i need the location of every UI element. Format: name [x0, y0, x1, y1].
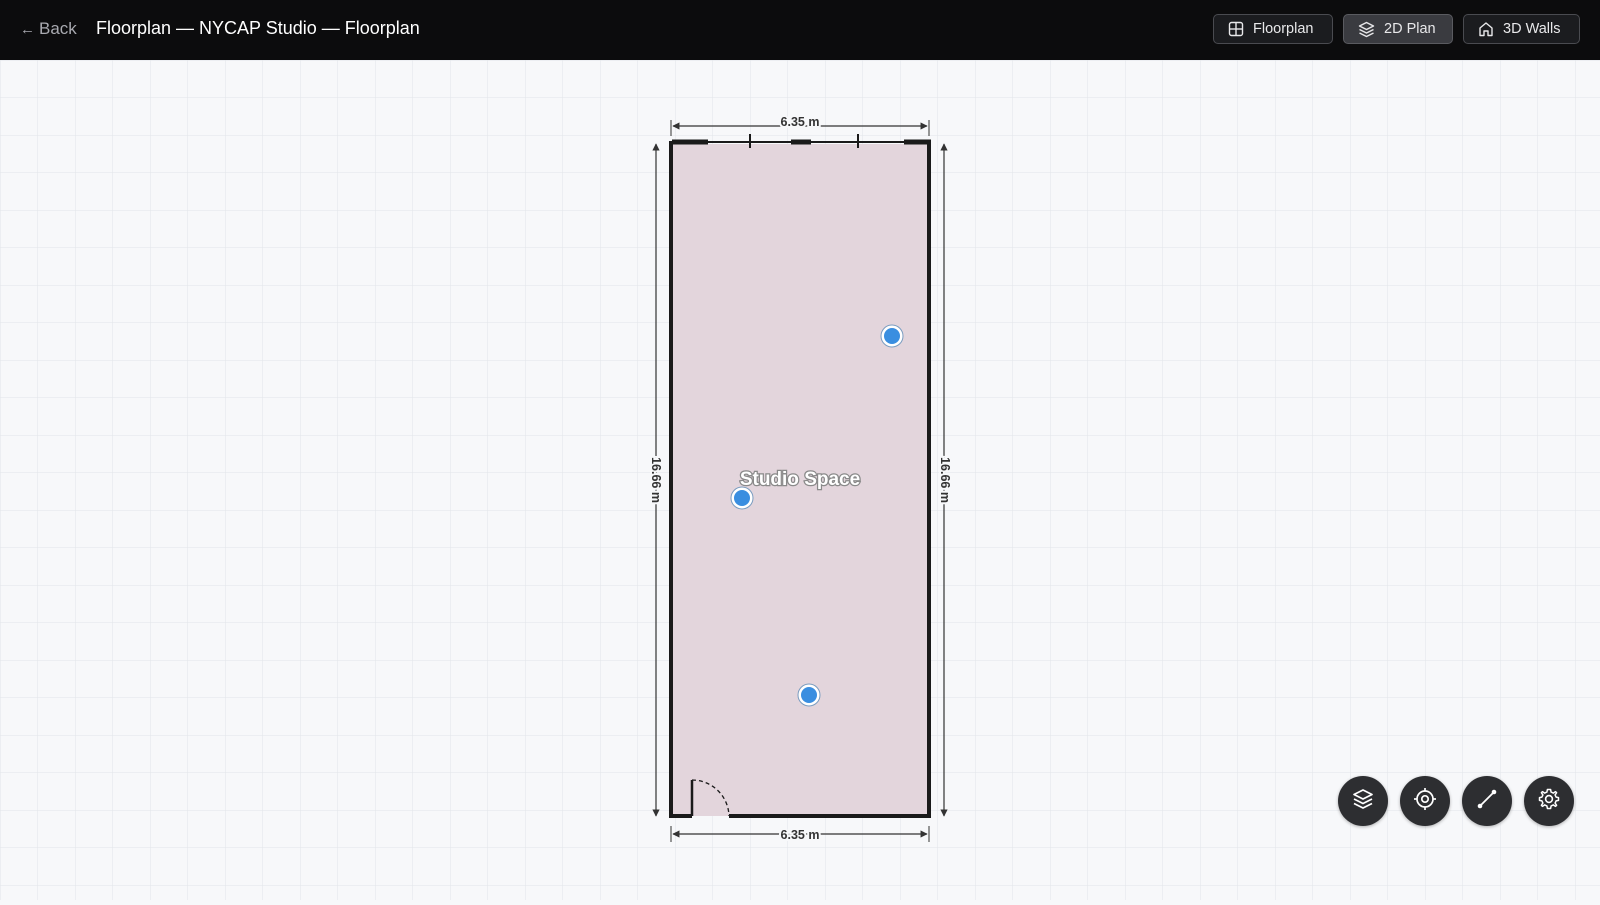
home-icon — [1478, 21, 1494, 37]
layers-button[interactable] — [1338, 776, 1388, 826]
floorplan-canvas[interactable]: 6.35 m 6.35 m 16.66 m 16.66 m Studio Spa… — [0, 60, 1600, 900]
dimension-bottom-label: 6.35 m — [781, 828, 820, 842]
dimension-right-label: 16.66 m — [938, 457, 952, 503]
settings-button[interactable] — [1524, 776, 1574, 826]
view-2d-plan-label: 2D Plan — [1384, 21, 1436, 37]
marker-1[interactable] — [880, 324, 904, 348]
page-title: Floorplan — NYCAP Studio — Floorplan — [96, 18, 420, 38]
back-button[interactable]: ← Back — [20, 19, 77, 39]
gear-icon — [1537, 787, 1561, 816]
recenter-button[interactable] — [1400, 776, 1450, 826]
grid-icon — [1228, 21, 1244, 37]
view-floorplan-button[interactable]: Floorplan — [1213, 14, 1333, 44]
target-icon — [1413, 787, 1437, 816]
view-floorplan-label: Floorplan — [1253, 21, 1314, 37]
marker-2[interactable] — [730, 486, 754, 510]
layers-icon — [1358, 21, 1375, 38]
view-3d-walls-button[interactable]: 3D Walls — [1463, 14, 1580, 44]
layers-icon — [1351, 787, 1375, 816]
back-label: Back — [39, 19, 77, 38]
measure-line-icon — [1475, 787, 1499, 816]
measure-button[interactable] — [1462, 776, 1512, 826]
marker-3[interactable] — [797, 683, 821, 707]
top-bar: ← Back Floorplan — NYCAP Studio — Floorp… — [0, 0, 1600, 60]
view-2d-plan-button[interactable]: 2D Plan — [1343, 14, 1453, 44]
dimension-top-label: 6.35 m — [781, 115, 820, 129]
view-3d-walls-label: 3D Walls — [1503, 21, 1561, 37]
dimension-left-label: 16.66 m — [649, 457, 663, 503]
arrow-left-icon: ← — [20, 20, 35, 38]
floorplan-drawing: 6.35 m 6.35 m 16.66 m 16.66 m Studio Spa… — [0, 60, 1600, 900]
room-label[interactable]: Studio Space — [739, 468, 862, 492]
